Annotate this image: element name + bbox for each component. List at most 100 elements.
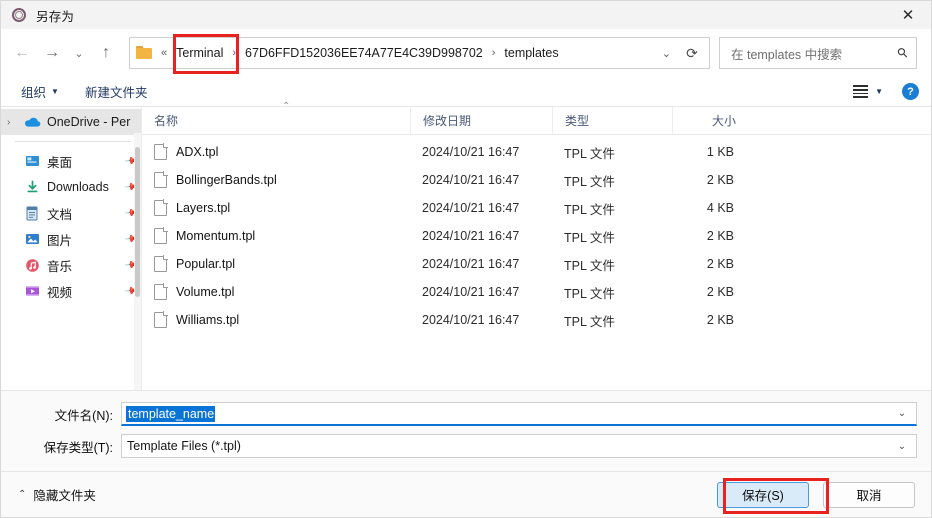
sidebar-item-label: 文档 — [47, 207, 73, 222]
file-name: Williams.tpl — [176, 313, 240, 327]
file-date: 2024/10/21 16:47 — [422, 285, 520, 299]
sidebar-item-onedrive[interactable]: › OneDrive - Per — [1, 109, 141, 135]
file-size: 2 KB — [706, 173, 734, 187]
breadcrumb-hash[interactable]: 67D6FFD152036EE74A77E4C39D998702 — [240, 43, 488, 63]
file-size: 2 KB — [706, 313, 734, 327]
table-row[interactable]: Layers.tpl 2024/10/21 16:47 TPL 文件 4 KB — [142, 194, 931, 222]
file-type: TPL 文件 — [564, 174, 615, 189]
save-button[interactable]: 保存(S) — [717, 481, 809, 508]
column-header-label: 大小 — [711, 114, 736, 128]
help-icon[interactable]: ? — [902, 83, 919, 100]
chevron-down-icon[interactable]: ⌄ — [890, 408, 914, 419]
sidebar-item-desktop[interactable]: 桌面 📌 — [1, 148, 141, 174]
dialog-footer: ⌃ 隐藏文件夹 保存(S) 取消 — [1, 471, 931, 517]
file-size: 2 KB — [706, 285, 734, 299]
documents-icon — [23, 206, 41, 221]
breadcrumb-terminal[interactable]: Terminal — [171, 43, 228, 63]
filename-label: 文件名(N): — [54, 408, 113, 423]
search-input[interactable]: 在 templates 中搜索 ⚲ — [719, 37, 917, 69]
forward-button[interactable]: → — [37, 38, 67, 68]
sidebar-item-downloads[interactable]: Downloads 📌 — [1, 174, 141, 200]
chevron-down-icon: ▼ — [51, 87, 59, 96]
table-row[interactable]: BollingerBands.tpl 2024/10/21 16:47 TPL … — [142, 166, 931, 194]
file-icon — [154, 255, 168, 272]
refresh-icon[interactable]: ⟳ — [679, 40, 705, 66]
file-list-pane: ⌃ 名称 修改日期 类型 大小 ADX.tpl 2024/10/21 16:47… — [141, 101, 931, 390]
column-header-type[interactable]: 类型 — [552, 107, 672, 134]
file-type: TPL 文件 — [564, 202, 615, 217]
save-as-dialog: 另存为 ✕ ← → ⌄ ↑ « Terminal › 67D6FFD152036… — [0, 0, 932, 518]
chevron-right-icon[interactable]: › — [7, 117, 23, 128]
scrollbar-thumb[interactable] — [135, 147, 140, 297]
sidebar-item-label: 视频 — [47, 285, 73, 300]
cancel-button[interactable]: 取消 — [823, 481, 915, 508]
file-size: 1 KB — [706, 145, 734, 159]
sidebar-item-videos[interactable]: 视频 📌 — [1, 278, 141, 304]
music-icon — [23, 258, 41, 273]
sort-ascending-icon: ⌃ — [282, 101, 291, 112]
filetype-label: 保存类型(T): — [43, 440, 113, 455]
file-name-cell: Williams.tpl — [142, 311, 410, 328]
sidebar-item-label: 音乐 — [47, 259, 73, 274]
file-name-cell: Momentum.tpl — [142, 227, 410, 244]
column-header-size[interactable]: 大小 — [672, 107, 752, 134]
chevron-down-icon[interactable]: ⌄ — [890, 441, 914, 452]
address-bar[interactable]: « Terminal › 67D6FFD152036EE74A77E4C39D9… — [129, 37, 710, 69]
file-date: 2024/10/21 16:47 — [422, 173, 520, 187]
file-name: Volume.tpl — [176, 285, 235, 299]
videos-icon — [23, 284, 41, 298]
column-header-name[interactable]: ⌃ 名称 — [142, 101, 410, 134]
organize-label: 组织 — [21, 86, 47, 100]
file-date: 2024/10/21 16:47 — [422, 313, 520, 327]
view-options-button[interactable]: ▼ — [848, 83, 888, 99]
file-name: BollingerBands.tpl — [176, 173, 277, 187]
file-icon — [154, 199, 168, 216]
table-row[interactable]: Williams.tpl 2024/10/21 16:47 TPL 文件 2 K… — [142, 306, 931, 334]
file-name-cell: ADX.tpl — [142, 143, 410, 160]
file-name-cell: BollingerBands.tpl — [142, 171, 410, 188]
breadcrumb-templates[interactable]: templates — [499, 43, 563, 63]
file-size: 2 KB — [706, 257, 734, 271]
table-row[interactable]: Momentum.tpl 2024/10/21 16:47 TPL 文件 2 K… — [142, 222, 931, 250]
up-button[interactable]: ↑ — [91, 38, 121, 68]
sidebar-item-pictures[interactable]: 图片 📌 — [1, 226, 141, 252]
new-folder-button[interactable]: 新建文件夹 — [79, 79, 154, 104]
search-placeholder: 在 templates 中搜索 — [731, 47, 843, 62]
navigation-bar: ← → ⌄ ↑ « Terminal › 67D6FFD152036EE74A7… — [1, 29, 931, 77]
onedrive-cloud-icon — [23, 116, 41, 128]
file-date: 2024/10/21 16:47 — [422, 229, 520, 243]
app-circle-icon — [11, 7, 27, 23]
chevron-down-icon: ▼ — [875, 87, 883, 96]
chevron-down-icon[interactable]: ⌄ — [654, 47, 679, 60]
table-row[interactable]: ADX.tpl 2024/10/21 16:47 TPL 文件 1 KB — [142, 138, 931, 166]
hide-folders-label: 隐藏文件夹 — [33, 489, 96, 503]
column-header-label: 名称 — [154, 114, 179, 128]
sidebar-item-music[interactable]: 音乐 📌 — [1, 252, 141, 278]
sidebar-divider — [15, 141, 131, 142]
filename-input[interactable]: template_name ⌄ — [121, 402, 917, 426]
sidebar-item-documents[interactable]: 文档 📌 — [1, 200, 141, 226]
table-row[interactable]: Volume.tpl 2024/10/21 16:47 TPL 文件 2 KB — [142, 278, 931, 306]
recent-locations-button[interactable]: ⌄ — [67, 38, 91, 68]
breadcrumb-separator: › — [232, 47, 237, 59]
file-name: Momentum.tpl — [176, 229, 256, 243]
file-icon — [154, 311, 168, 328]
filename-row: 文件名(N): template_name ⌄ — [15, 401, 917, 427]
organize-button[interactable]: 组织 ▼ — [15, 79, 65, 104]
back-button[interactable]: ← — [7, 38, 37, 68]
close-icon[interactable]: ✕ — [885, 1, 931, 29]
file-type: TPL 文件 — [564, 314, 615, 329]
file-icon — [154, 143, 168, 160]
window-title: 另存为 — [36, 9, 75, 24]
navigation-pane: › OneDrive - Per 桌面 📌 Downloads 📌 文档 📌 图… — [1, 107, 141, 390]
file-icon — [154, 283, 168, 300]
file-name: ADX.tpl — [176, 145, 219, 159]
filetype-select[interactable]: Template Files (*.tpl) ⌄ — [121, 434, 917, 458]
sidebar-scrollbar[interactable] — [134, 133, 141, 390]
column-header-label: 类型 — [565, 114, 590, 128]
column-header-date[interactable]: 修改日期 — [410, 107, 552, 134]
hide-folders-button[interactable]: ⌃ 隐藏文件夹 — [13, 481, 101, 508]
table-row[interactable]: Popular.tpl 2024/10/21 16:47 TPL 文件 2 KB — [142, 250, 931, 278]
breadcrumb-separator: › — [491, 47, 496, 59]
filetype-value: Template Files (*.tpl) — [127, 439, 241, 453]
